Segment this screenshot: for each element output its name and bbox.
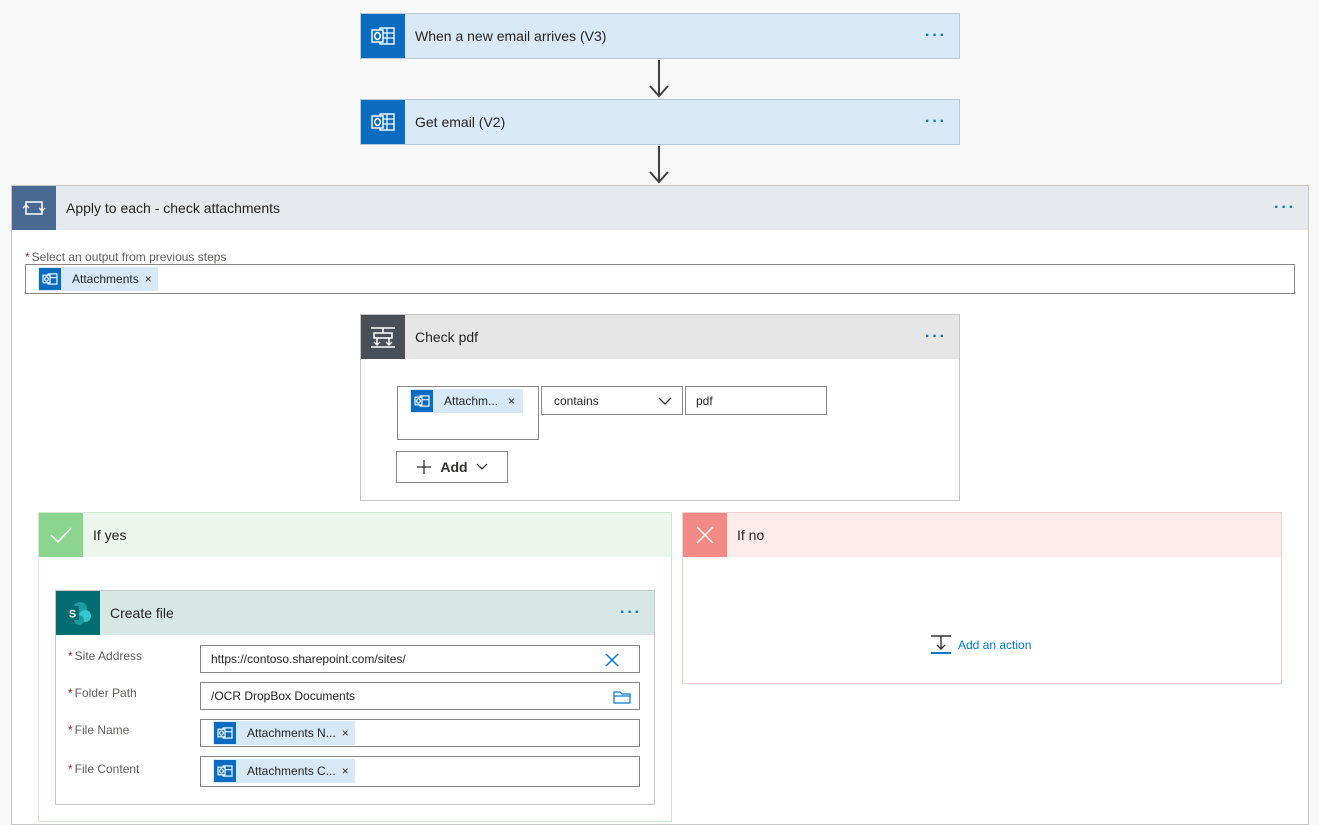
check-icon bbox=[39, 513, 83, 557]
required-marker: * bbox=[68, 649, 73, 663]
clear-icon[interactable] bbox=[605, 653, 619, 667]
select-output-label: * Select an output from previous steps bbox=[25, 250, 227, 264]
folder-icon[interactable] bbox=[613, 690, 631, 704]
folder-path-value: /OCR DropBox Documents bbox=[211, 689, 356, 703]
select-output-input[interactable] bbox=[25, 264, 1295, 294]
required-marker: * bbox=[25, 250, 30, 264]
loop-more-menu[interactable]: ··· bbox=[1274, 200, 1308, 216]
token-label: Attachments bbox=[72, 272, 139, 286]
outlook-icon bbox=[361, 14, 405, 58]
operator-value: contains bbox=[554, 393, 599, 408]
close-icon bbox=[683, 513, 727, 557]
add-condition-button[interactable]: Add bbox=[396, 451, 508, 483]
outlook-icon bbox=[39, 268, 61, 290]
loop-title: Apply to each - check attachments bbox=[66, 200, 280, 216]
trigger-card[interactable]: When a new email arrives (V3) ··· bbox=[360, 13, 960, 59]
attachments-name-token[interactable]: Attachments N... × bbox=[213, 721, 355, 745]
outlook-icon bbox=[214, 760, 236, 782]
create-file-more-menu[interactable]: ··· bbox=[620, 605, 654, 621]
condition-title: Check pdf bbox=[415, 329, 479, 345]
token-label: Attachments N... bbox=[247, 726, 336, 740]
site-address-label: * Site Address bbox=[68, 649, 143, 663]
remove-token-icon[interactable]: × bbox=[145, 272, 158, 286]
chevron-down-icon bbox=[476, 463, 488, 470]
outlook-icon bbox=[361, 100, 405, 144]
outlook-icon bbox=[214, 722, 236, 744]
arrow-down-icon bbox=[649, 171, 669, 184]
plus-icon bbox=[417, 460, 432, 474]
get-email-card[interactable]: Get email (V2) ··· bbox=[360, 99, 960, 145]
operator-dropdown[interactable]: contains bbox=[541, 386, 683, 415]
folder-path-input[interactable]: /OCR DropBox Documents bbox=[200, 682, 640, 710]
if-no-title: If no bbox=[737, 527, 765, 543]
condition-value-text: pdf bbox=[696, 393, 713, 408]
loop-icon bbox=[12, 186, 56, 230]
chevron-down-icon bbox=[658, 397, 672, 405]
remove-token-icon[interactable]: × bbox=[342, 726, 355, 740]
remove-token-icon[interactable]: × bbox=[504, 394, 523, 408]
sharepoint-icon: S bbox=[56, 591, 100, 635]
trigger-title: When a new email arrives (V3) bbox=[415, 28, 607, 44]
folder-path-label: * Folder Path bbox=[68, 686, 137, 700]
svg-text:S: S bbox=[69, 609, 76, 621]
if-no-branch[interactable]: If no bbox=[682, 512, 1282, 684]
condition-value-input[interactable]: pdf bbox=[685, 386, 827, 415]
condition-more-menu[interactable]: ··· bbox=[925, 329, 959, 345]
file-content-label: * File Content bbox=[68, 762, 140, 776]
required-marker: * bbox=[68, 686, 73, 700]
get-email-title: Get email (V2) bbox=[415, 114, 506, 130]
remove-token-icon[interactable]: × bbox=[342, 764, 355, 778]
if-yes-title: If yes bbox=[93, 527, 127, 543]
add-an-action-button[interactable]: Add an action bbox=[930, 634, 1031, 656]
required-marker: * bbox=[68, 723, 73, 737]
site-address-value: https://contoso.sharepoint.com/sites/ bbox=[211, 652, 406, 666]
arrow-down-icon bbox=[649, 85, 669, 98]
required-marker: * bbox=[68, 762, 73, 776]
site-address-input[interactable]: https://contoso.sharepoint.com/sites/ bbox=[200, 645, 640, 673]
add-an-action-label: Add an action bbox=[958, 638, 1032, 652]
condition-icon bbox=[361, 315, 405, 359]
attachments-token[interactable]: Attachments × bbox=[38, 267, 158, 291]
outlook-icon bbox=[411, 390, 433, 412]
trigger-more-menu[interactable]: ··· bbox=[925, 28, 959, 44]
token-label: Attachm... bbox=[444, 394, 499, 408]
add-action-icon bbox=[931, 635, 951, 654]
attachments-content-token[interactable]: Attachments C... × bbox=[213, 759, 355, 783]
token-label: Attachments C... bbox=[247, 764, 336, 778]
add-label: Add bbox=[440, 459, 468, 475]
attachment-token[interactable]: Attachm... × bbox=[410, 389, 524, 413]
file-name-label: * File Name bbox=[68, 723, 130, 737]
get-email-more-menu[interactable]: ··· bbox=[925, 114, 959, 130]
create-file-title: Create file bbox=[110, 605, 174, 621]
